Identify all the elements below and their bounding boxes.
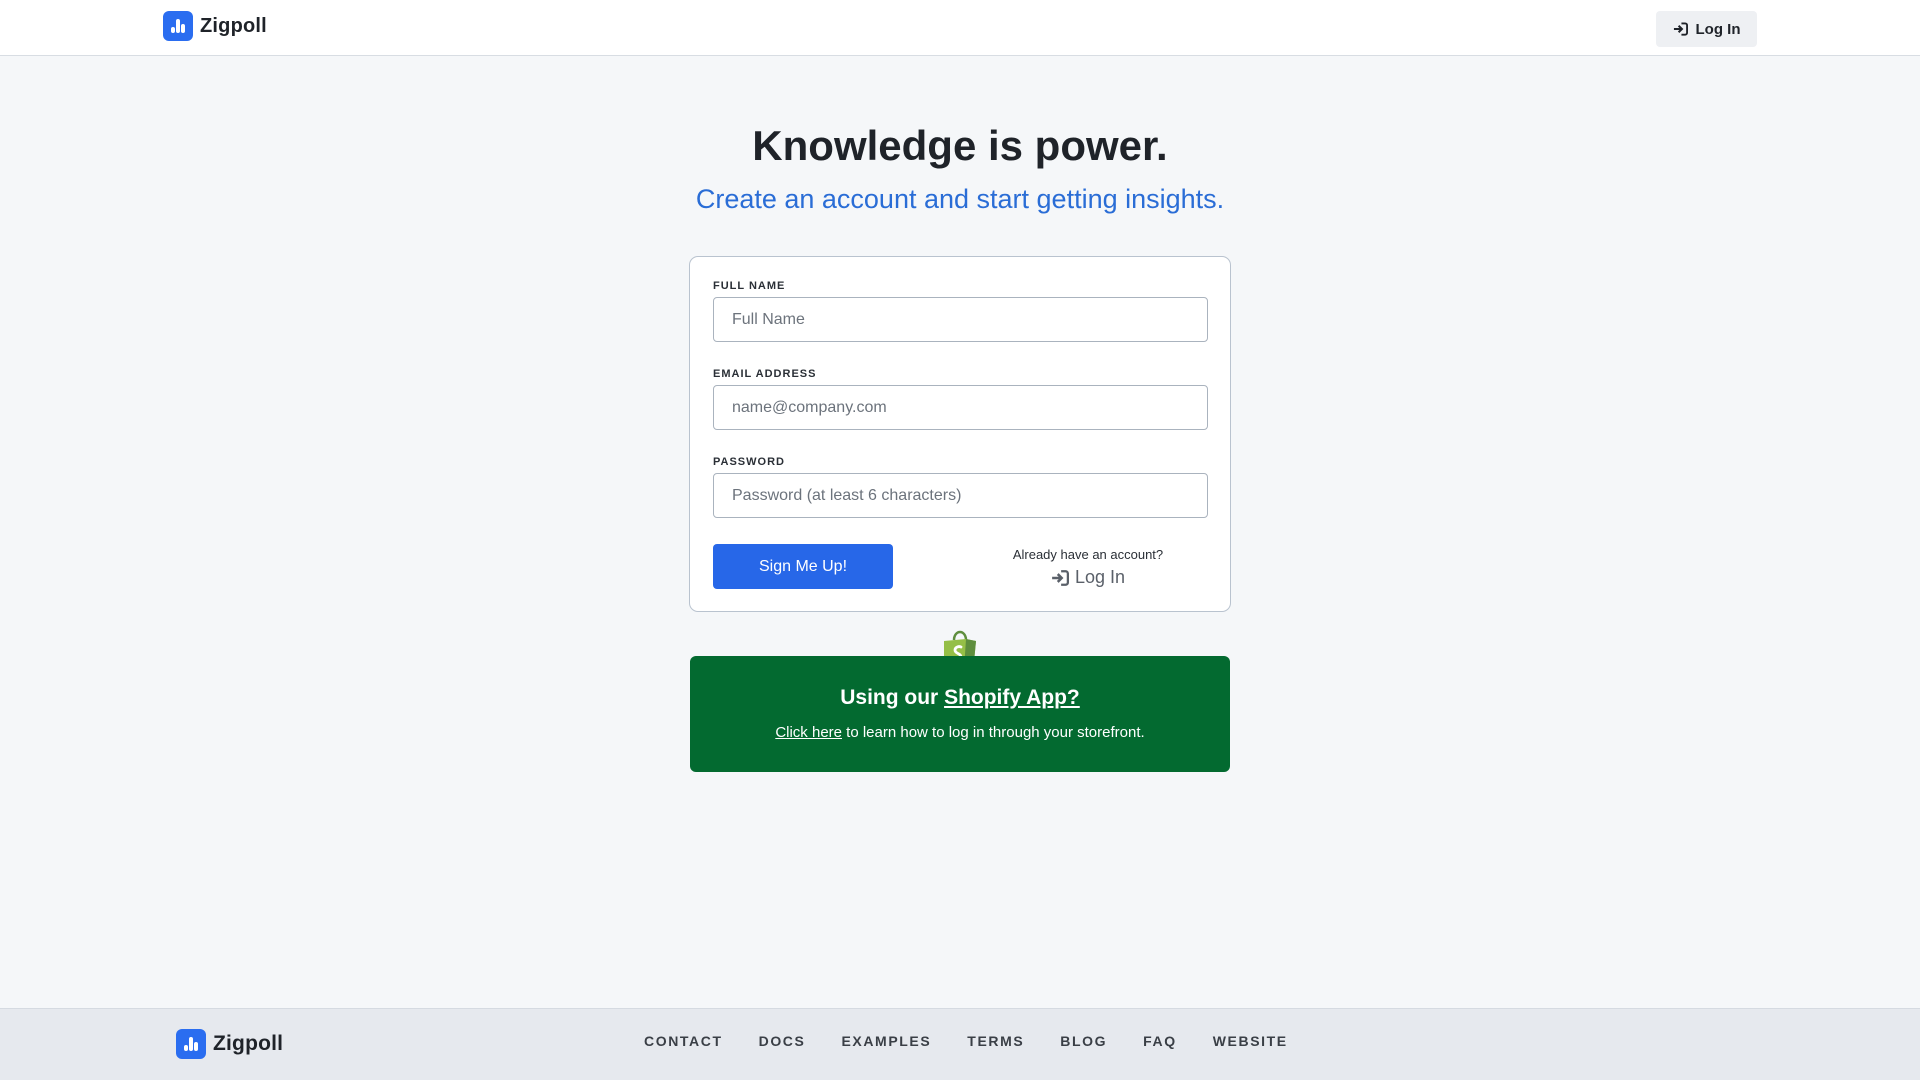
header-login-button[interactable]: Log In xyxy=(1656,11,1757,47)
shopify-app-banner: Using our Shopify App? Click here to lea… xyxy=(690,656,1230,772)
header-brand-name: Zigpoll xyxy=(200,14,267,37)
footer-link-docs[interactable]: DOCS xyxy=(759,1033,806,1049)
full-name-input[interactable] xyxy=(713,297,1208,342)
page-title: Knowledge is power. xyxy=(752,122,1168,169)
footer-brand-name: Zigpoll xyxy=(213,1032,284,1055)
page-subtitle: Create an account and start getting insi… xyxy=(695,184,1225,214)
header-login-label: Log In xyxy=(1695,20,1741,38)
card-login-label: Log In xyxy=(1074,567,1126,587)
email-label: EMAIL ADDRESS xyxy=(713,368,817,380)
header-logo[interactable]: Zigpoll xyxy=(163,11,267,41)
card-login-link[interactable]: Log In xyxy=(988,567,1188,588)
sign-in-icon xyxy=(1673,22,1688,36)
footer-link-faq[interactable]: FAQ xyxy=(1143,1033,1177,1049)
zigpoll-logo-icon xyxy=(163,11,193,41)
shopify-instructions: Click here to learn how to log in throug… xyxy=(690,724,1230,741)
footer-link-website[interactable]: WEBSITE xyxy=(1213,1033,1288,1049)
footer-link-examples[interactable]: EXAMPLES xyxy=(841,1033,931,1049)
shopify-instructions-text: to learn how to log in through your stor… xyxy=(842,724,1145,741)
footer: Zigpoll CONTACT DOCS EXAMPLES TERMS BLOG… xyxy=(0,1008,1920,1080)
sign-in-icon xyxy=(1052,569,1069,586)
password-input[interactable] xyxy=(713,473,1208,518)
footer-nav: CONTACT DOCS EXAMPLES TERMS BLOG FAQ WEB… xyxy=(644,1033,1324,1049)
shopify-title-prefix: Using our xyxy=(840,686,945,709)
sign-up-button[interactable]: Sign Me Up! xyxy=(713,544,893,589)
shopify-app-link[interactable]: Shopify App? xyxy=(944,686,1080,709)
top-header: Zigpoll Log In xyxy=(0,0,1920,56)
footer-link-terms[interactable]: TERMS xyxy=(967,1033,1024,1049)
password-label: PASSWORD xyxy=(713,456,785,468)
signup-card: FULL NAME EMAIL ADDRESS PASSWORD Sign Me… xyxy=(689,256,1231,612)
already-have-account-text: Already have an account? xyxy=(1012,547,1164,562)
email-input[interactable] xyxy=(713,385,1208,430)
footer-logo[interactable]: Zigpoll xyxy=(176,1029,283,1059)
shopify-title: Using our Shopify App? xyxy=(690,686,1230,710)
full-name-label: FULL NAME xyxy=(713,280,786,292)
click-here-link[interactable]: Click here xyxy=(775,724,842,741)
zigpoll-logo-icon xyxy=(176,1029,206,1059)
footer-link-contact[interactable]: CONTACT xyxy=(644,1033,723,1049)
footer-link-blog[interactable]: BLOG xyxy=(1060,1033,1107,1049)
